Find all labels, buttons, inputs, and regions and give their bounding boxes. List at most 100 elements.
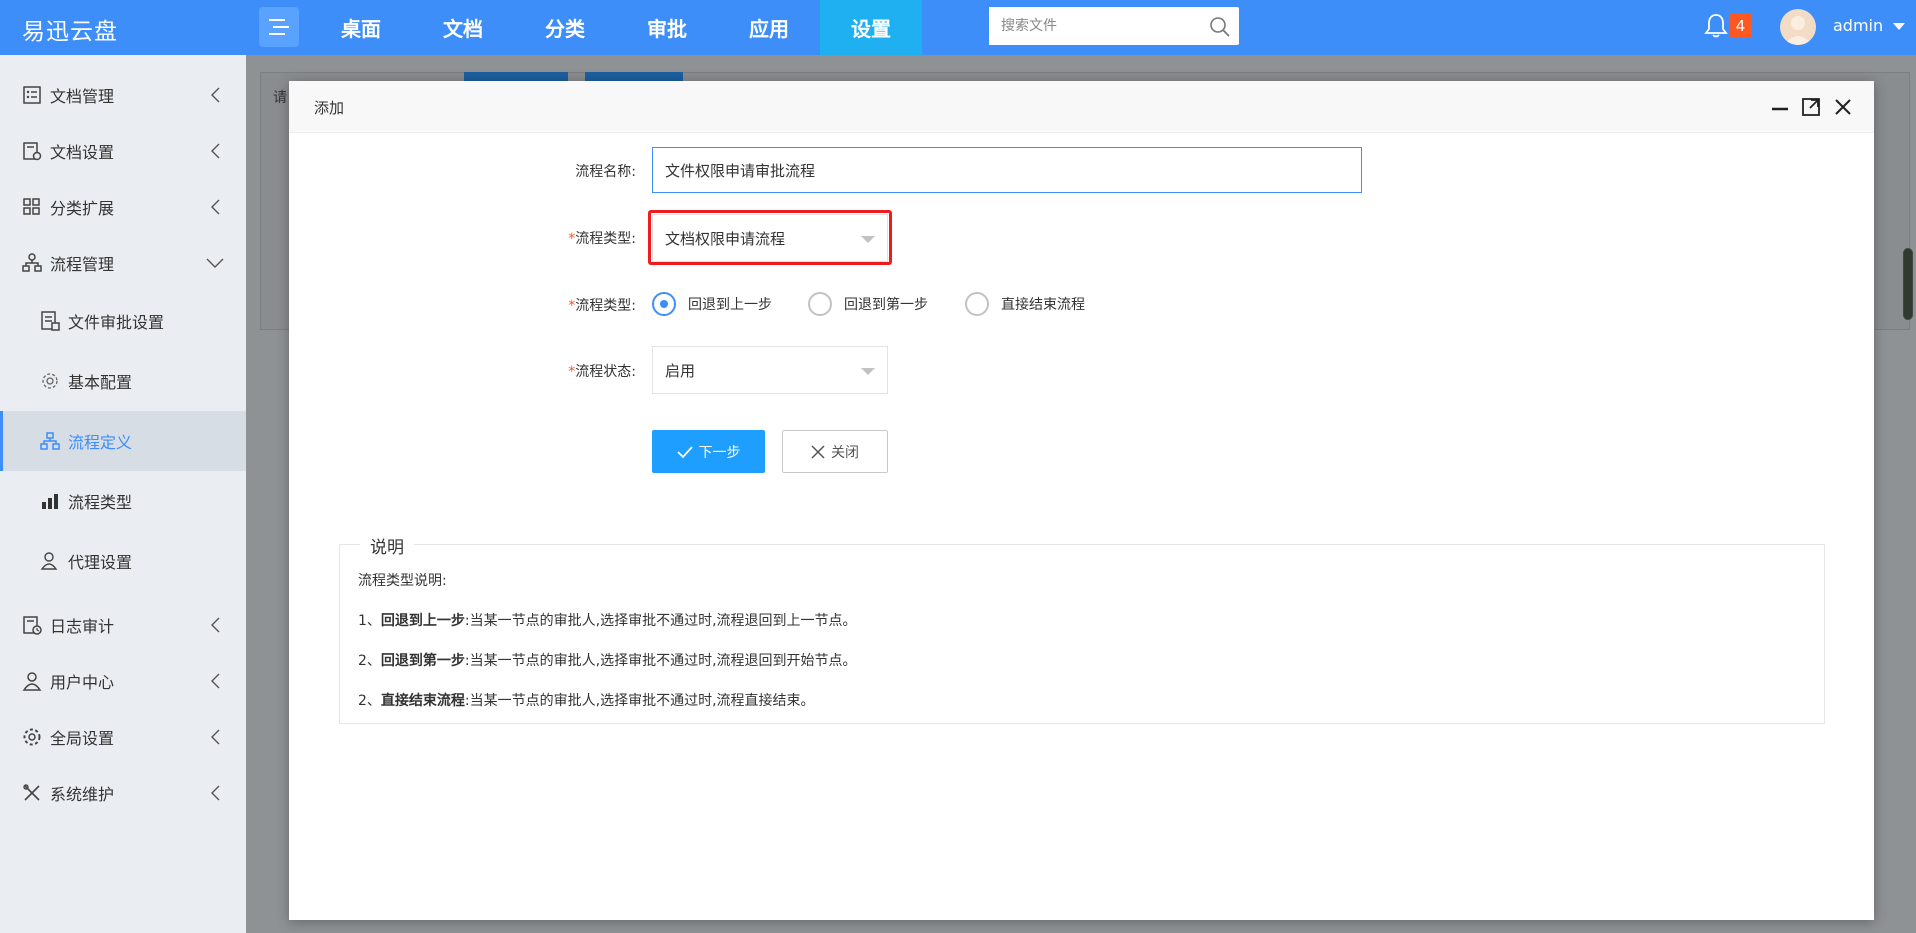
notes-intro: 流程类型说明: <box>358 573 447 589</box>
reject-type-label: *流程类型: <box>568 298 636 314</box>
sidebar-subitem-basic-config[interactable]: 基本配置 <box>0 351 246 411</box>
nav-documents[interactable]: 文档 <box>412 0 514 55</box>
sidebar-item-label: 分类扩展 <box>50 199 115 218</box>
radio-label: 直接结束流程 <box>1001 297 1085 313</box>
chevron-left-icon <box>211 729 220 745</box>
avatar[interactable] <box>1780 9 1816 45</box>
nav-approval[interactable]: 审批 <box>616 0 718 55</box>
sidebar-subitem-label: 代理设置 <box>68 553 133 572</box>
radio-end-flow[interactable]: 直接结束流程 <box>965 290 1085 318</box>
sidebar-item-category-ext[interactable]: 分类扩展 <box>0 179 246 235</box>
bell-icon[interactable] <box>1704 13 1728 39</box>
sidebar-subitem-flow-definition[interactable]: 流程定义 <box>0 411 246 471</box>
chevron-left-icon <box>211 617 220 633</box>
search-icon[interactable] <box>1209 16 1231 38</box>
dropdown-caret-icon <box>861 368 875 375</box>
chevron-left-icon <box>211 785 220 801</box>
main-nav: 桌面 文档 分类 审批 应用 设置 <box>310 0 922 55</box>
sidebar-item-system-maintenance[interactable]: 系统维护 <box>0 765 246 821</box>
user-icon <box>40 552 58 570</box>
sidebar-item-flow-management[interactable]: 流程管理 <box>0 235 246 291</box>
search-box <box>989 7 1239 45</box>
add-flow-dialog: 添加 流程名称: 文件权限申请审批流程 *流程类型: 文档权限申请流程 *流程类… <box>289 81 1874 920</box>
flow-status-label: *流程状态: <box>568 364 636 380</box>
chevron-left-icon <box>211 199 220 215</box>
flow-definition-icon <box>40 432 60 450</box>
flow-type-label: *流程类型: <box>568 231 636 247</box>
radio-checked-icon <box>652 292 676 316</box>
sidebar-subitem-label: 流程定义 <box>68 433 133 452</box>
sidebar-subitem-file-approval[interactable]: 文件审批设置 <box>0 291 246 351</box>
minimize-icon[interactable] <box>1769 96 1791 118</box>
sidebar-item-label: 用户中心 <box>50 673 115 692</box>
sidebar-subitem-label: 文件审批设置 <box>68 313 165 332</box>
next-step-label: 下一步 <box>698 444 741 461</box>
radio-label: 回退到第一步 <box>844 297 928 313</box>
file-approval-icon <box>41 311 60 331</box>
menu-icon <box>269 19 289 35</box>
background-input-text: 请 <box>273 90 287 106</box>
nav-categories[interactable]: 分类 <box>514 0 616 55</box>
nav-apps[interactable]: 应用 <box>718 0 820 55</box>
username[interactable]: admin <box>1833 16 1883 35</box>
radio-unchecked-icon <box>965 292 989 316</box>
sidebar-subitem-flow-type[interactable]: 流程类型 <box>0 471 246 531</box>
sidebar-item-user-center[interactable]: 用户中心 <box>0 653 246 709</box>
close-label: 关闭 <box>831 444 859 461</box>
user-icon <box>22 672 42 691</box>
next-step-button[interactable]: 下一步 <box>652 430 765 473</box>
log-icon <box>23 616 42 635</box>
chart-icon <box>42 494 58 509</box>
sidebar-item-global-settings[interactable]: 全局设置 <box>0 709 246 765</box>
scrollbar[interactable] <box>1903 248 1913 320</box>
search-input[interactable] <box>989 7 1189 45</box>
notification-badge[interactable]: 4 <box>1729 14 1752 38</box>
highlight-box <box>648 210 892 265</box>
sidebar-item-label: 系统维护 <box>50 785 115 804</box>
gear-icon <box>23 728 41 746</box>
close-button[interactable]: 关闭 <box>782 430 888 473</box>
flow-status-value: 启用 <box>665 361 696 380</box>
chevron-left-icon <box>211 143 220 159</box>
maximize-icon[interactable] <box>1800 96 1822 118</box>
notes-fieldset: 说明 流程类型说明: 1、回退到上一步:当某一节点的审批人,选择审批不通过时,流… <box>339 533 1825 724</box>
menu-toggle-button[interactable] <box>259 7 299 47</box>
nav-settings[interactable]: 设置 <box>820 0 922 55</box>
flow-icon <box>22 253 42 272</box>
radio-back-first[interactable]: 回退到第一步 <box>808 290 928 318</box>
notes-legend: 说明 <box>360 533 414 558</box>
radio-label: 回退到上一步 <box>688 297 772 313</box>
flow-name-input[interactable]: 文件权限申请审批流程 <box>652 147 1362 193</box>
avatar-icon <box>1784 16 1812 45</box>
chevron-left-icon <box>211 87 220 103</box>
note-line: 2、回退到第一步:当某一节点的审批人,选择审批不通过时,流程退回到开始节点。 <box>358 653 857 669</box>
sidebar: 文档管理 文档设置 分类扩展 流程管理 文件审批设置 基本配置 流程定义 流程类… <box>0 55 246 933</box>
nav-desktop[interactable]: 桌面 <box>310 0 412 55</box>
sidebar-item-doc-management[interactable]: 文档管理 <box>0 67 246 123</box>
close-icon[interactable] <box>1832 96 1854 118</box>
sidebar-subitem-label: 流程类型 <box>68 493 133 512</box>
doc-settings-icon <box>23 142 42 161</box>
radio-back-previous[interactable]: 回退到上一步 <box>652 290 772 318</box>
checklist-icon <box>23 86 41 104</box>
check-icon <box>676 445 693 458</box>
sidebar-item-label: 文档管理 <box>50 87 115 106</box>
chevron-left-icon <box>211 673 220 689</box>
dialog-header: 添加 <box>289 81 1874 133</box>
tools-icon <box>23 784 40 801</box>
note-line: 2、直接结束流程:当某一节点的审批人,选择审批不通过时,流程直接结束。 <box>358 693 815 709</box>
sidebar-item-label: 日志审计 <box>50 617 115 636</box>
flow-status-select[interactable]: 启用 <box>652 346 888 394</box>
dialog-title: 添加 <box>314 99 345 117</box>
user-dropdown-icon[interactable] <box>1893 23 1905 30</box>
radio-unchecked-icon <box>808 292 832 316</box>
close-icon <box>811 444 825 459</box>
sidebar-item-doc-settings[interactable]: 文档设置 <box>0 123 246 179</box>
chevron-down-icon <box>206 258 224 268</box>
sidebar-subitem-label: 基本配置 <box>68 373 133 392</box>
sidebar-item-log-audit[interactable]: 日志审计 <box>0 597 246 653</box>
note-line: 1、回退到上一步:当某一节点的审批人,选择审批不通过时,流程退回到上一节点。 <box>358 613 857 629</box>
sidebar-item-label: 文档设置 <box>50 143 115 162</box>
sidebar-subitem-proxy-settings[interactable]: 代理设置 <box>0 531 246 591</box>
sidebar-item-label: 流程管理 <box>50 255 115 274</box>
